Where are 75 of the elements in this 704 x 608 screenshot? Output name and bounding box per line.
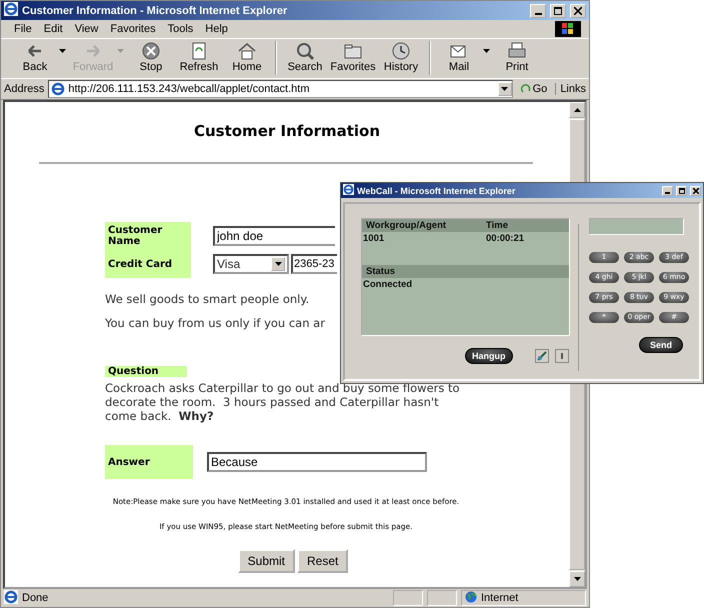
window-title: Customer Information - Microsoft Internet Explorer (22, 4, 288, 16)
go-button[interactable]: Go (516, 83, 552, 95)
column-header: Status (366, 266, 396, 277)
toolbar-button[interactable]: Mail (435, 41, 483, 73)
column-header: Time (486, 220, 508, 231)
dropdown-caret-icon[interactable] (501, 87, 508, 91)
question-label: Question (105, 366, 187, 377)
menu-item[interactable]: Edit (38, 22, 68, 36)
toolbar-button[interactable]: Print (493, 41, 541, 73)
paragraph: You can buy from us only if you can ar (105, 316, 326, 330)
windows-logo-icon (555, 21, 581, 37)
minimize-button[interactable] (530, 4, 546, 18)
form-button[interactable]: Reset (297, 549, 348, 573)
maximize-button[interactable] (676, 186, 687, 196)
question-text: Cockroach asks Caterpillar to go out and buy some flowers to decorate the room. 3 hours passed and Caterpillar hasn't come back. Why? (105, 381, 461, 423)
table-cell: 00:00:21 (486, 233, 524, 244)
table-cell-text: 1001 (363, 233, 386, 244)
menu-item[interactable]: View (70, 22, 104, 36)
close-button[interactable] (570, 4, 586, 18)
close-icon (574, 6, 582, 14)
page-heading: Customer Information (192, 122, 382, 140)
stop-icon (141, 41, 161, 61)
browser-logo-icon (343, 184, 354, 195)
info-icon[interactable] (554, 349, 568, 363)
scroll-up-icon[interactable] (574, 108, 580, 112)
name-field[interactable]: john doe (213, 226, 335, 246)
address-label: Address (4, 83, 44, 95)
card-type-dropdown[interactable]: Visa (213, 254, 289, 274)
maximize-button[interactable] (550, 4, 566, 18)
browser-logo-icon (4, 2, 18, 16)
toolbar-button[interactable]: Refresh (175, 41, 223, 73)
toolbar-button[interactable]: Favorites (329, 41, 377, 73)
send-button[interactable]: Send (639, 337, 684, 353)
dropdown-caret-icon (274, 262, 282, 266)
column-header: Workgroup/Agent (366, 220, 448, 231)
scroll-down-icon[interactable] (574, 577, 580, 581)
zone-text: Internet (481, 592, 518, 604)
field-label: Credit Card (105, 250, 191, 278)
dropdown-caret-icon[interactable] (59, 49, 66, 53)
menu-item[interactable]: File (9, 22, 37, 36)
hangup-button[interactable]: Hangup (465, 348, 512, 364)
window-title: WebCall - Microsoft Internet Explorer (357, 186, 516, 196)
form-button[interactable]: Submit (238, 549, 295, 573)
status-text: Done (22, 592, 50, 604)
maximize-icon (554, 6, 562, 14)
links-button[interactable]: Links (555, 83, 586, 95)
maximize-icon (678, 188, 684, 194)
toolbar-button[interactable]: History (377, 41, 425, 73)
answer-label: Answer (105, 445, 193, 479)
close-icon (692, 188, 698, 194)
toolbar-button[interactable]: Back (11, 41, 59, 73)
menu-item[interactable]: Favorites (105, 22, 161, 36)
address-field[interactable]: http://206.111.153.243/webcall/applet/contact.htm (48, 80, 513, 98)
dropdown-caret-icon[interactable] (483, 49, 490, 53)
minimize-button[interactable] (662, 186, 673, 196)
search-icon (295, 41, 315, 61)
card-number-field[interactable]: 2365-23 (291, 254, 337, 274)
menu-item[interactable]: Help (200, 22, 233, 36)
globe-icon (465, 590, 477, 602)
dial-display-field[interactable] (589, 218, 684, 235)
toolbar-button[interactable]: Search (281, 41, 329, 73)
minimize-icon (665, 192, 670, 194)
pen-icon[interactable] (534, 349, 548, 363)
close-button[interactable] (690, 186, 701, 196)
house-icon (237, 41, 257, 61)
minimize-icon (534, 12, 542, 14)
clock-icon (391, 41, 411, 61)
paragraph: We sell goods to smart people only. (105, 292, 310, 306)
page-icon (51, 82, 66, 96)
field-label: Customer Name (105, 222, 191, 250)
toolbar-button[interactable]: Home (223, 41, 271, 73)
status-value: Connected (363, 279, 412, 290)
menu-item[interactable]: Tools (162, 22, 198, 36)
answer-field[interactable]: Because (207, 452, 427, 472)
toolbar-button[interactable]: Stop (127, 41, 175, 73)
